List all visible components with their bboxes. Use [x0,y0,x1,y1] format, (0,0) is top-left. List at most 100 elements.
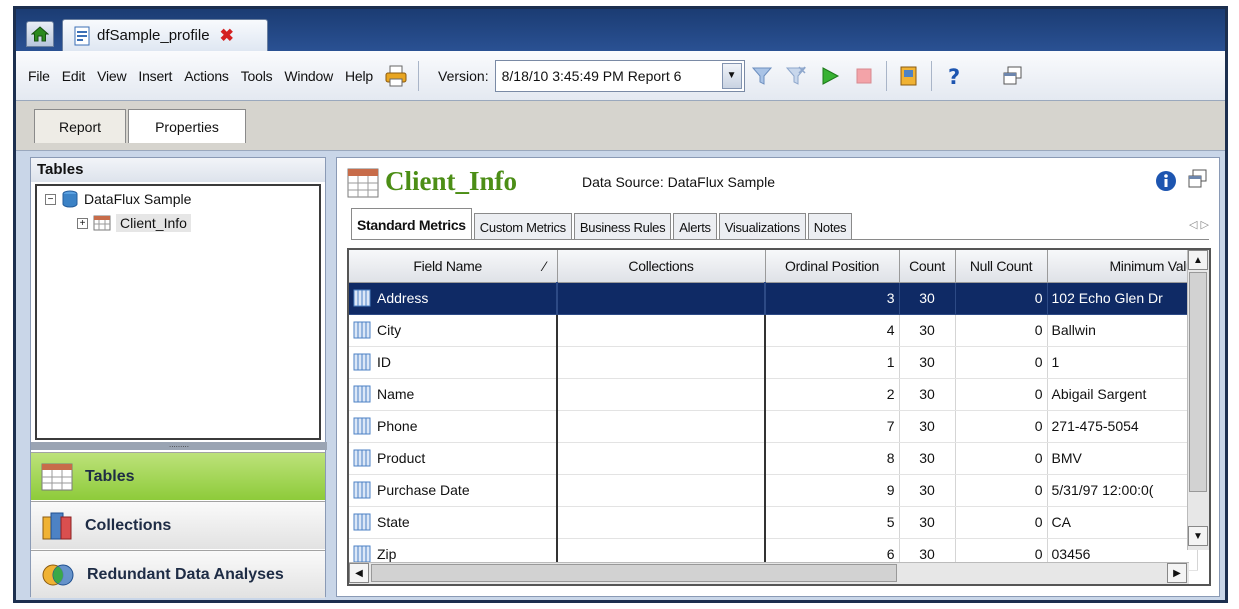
run-button[interactable] [816,62,844,90]
column-header-count[interactable]: Count [899,250,956,283]
cell-ordinal-position[interactable]: 8 [765,442,900,475]
column-header-field-name[interactable]: Field Name ⁄ [349,250,558,283]
cell-minimum-value[interactable]: 102 Echo Glen Dr [1047,282,1198,315]
horizontal-scrollbar[interactable]: ◀ ▶ [349,562,1189,584]
column-header-collections[interactable]: Collections [557,250,766,283]
filter-button[interactable] [748,62,776,90]
cell-null-count[interactable]: 0 [955,346,1048,379]
cell-minimum-value[interactable]: 1 [1047,346,1198,379]
cell-ordinal-position[interactable]: 7 [765,410,900,443]
cell-count[interactable]: 30 [899,314,956,347]
cell-ordinal-position[interactable]: 1 [765,346,900,379]
cell-count[interactable]: 30 [899,474,956,507]
cell-count[interactable]: 30 [899,378,956,411]
table-row[interactable]: Name 2 30 0 Abigail Sargent [349,378,1198,411]
column-header-ordinal-position[interactable]: Ordinal Position [765,250,900,283]
tab-alerts[interactable]: Alerts [673,213,717,240]
clear-filter-button[interactable] [782,62,810,90]
tab-properties[interactable]: Properties [128,109,246,143]
table-row[interactable]: Address 3 30 0 102 Echo Glen Dr [349,282,1198,315]
cell-collections[interactable] [557,442,766,475]
table-row[interactable]: Phone 7 30 0 271-475-5054 [349,410,1198,443]
info-icon[interactable] [1155,170,1177,192]
cell-ordinal-position[interactable]: 2 [765,378,900,411]
cell-collections[interactable] [557,506,766,539]
table-row[interactable]: Purchase Date 9 30 0 5/31/97 12:00:0( [349,474,1198,507]
close-tab-icon[interactable]: ✖ [220,26,234,46]
menu-view[interactable]: View [91,68,132,84]
cell-minimum-value[interactable]: 271-475-5054 [1047,410,1198,443]
cell-count[interactable]: 30 [899,346,956,379]
cell-count[interactable]: 30 [899,442,956,475]
cell-count[interactable]: 30 [899,410,956,443]
help-button[interactable]: ? [940,62,968,90]
tree-item-dataflux-sample[interactable]: − DataFlux Sample [45,190,191,208]
cell-field-name[interactable]: Product [349,442,558,475]
tab-visualizations[interactable]: Visualizations [718,213,806,240]
chevron-down-icon[interactable]: ▼ [721,62,742,89]
tab-custom-metrics[interactable]: Custom Metrics [473,213,572,240]
menu-tools[interactable]: Tools [235,68,279,84]
cell-ordinal-position[interactable]: 3 [765,282,900,315]
expand-icon[interactable]: + [77,217,88,229]
nav-redundant-data-button[interactable]: Redundant Data Analyses [31,550,325,598]
cell-null-count[interactable]: 0 [955,282,1048,315]
scroll-left-arrow-icon[interactable]: ◀ [349,563,369,583]
table-row[interactable]: City 4 30 0 Ballwin [349,314,1198,347]
cell-collections[interactable] [557,282,766,315]
scroll-down-arrow-icon[interactable]: ▼ [1188,526,1208,546]
menu-actions[interactable]: Actions [178,68,235,84]
menu-help[interactable]: Help [339,68,379,84]
cell-null-count[interactable]: 0 [955,314,1048,347]
print-button[interactable] [382,62,410,90]
tree-item-client-info[interactable]: + Client_Info [77,214,191,232]
tab-business-rules[interactable]: Business Rules [573,213,672,240]
cell-null-count[interactable]: 0 [955,442,1048,475]
cell-collections[interactable] [557,474,766,507]
document-tab[interactable]: dfSample_profile ✖ [62,19,268,51]
column-header-minimum-value[interactable]: Minimum Valu [1047,250,1198,283]
table-row[interactable]: ID 1 30 0 1 [349,346,1198,379]
cell-count[interactable]: 30 [899,506,956,539]
cell-ordinal-position[interactable]: 4 [765,314,900,347]
cell-minimum-value[interactable]: Abigail Sargent [1047,378,1198,411]
cell-field-name[interactable]: Phone [349,410,558,443]
cell-count[interactable]: 30 [899,282,956,315]
table-row[interactable]: State 5 30 0 CA [349,506,1198,539]
cell-minimum-value[interactable]: 5/31/97 12:00:0( [1047,474,1198,507]
menu-edit[interactable]: Edit [56,68,91,84]
scroll-up-arrow-icon[interactable]: ▲ [1188,250,1208,270]
cell-field-name[interactable]: Address [349,282,558,315]
scrollbar-thumb[interactable] [371,564,897,582]
cell-collections[interactable] [557,346,766,379]
undock-window-icon[interactable] [1187,168,1209,190]
home-button[interactable] [26,21,54,47]
tab-report[interactable]: Report [34,109,126,143]
tab-standard-metrics[interactable]: Standard Metrics [351,208,472,240]
panel-splitter[interactable]: ......... [31,441,327,450]
cell-collections[interactable] [557,378,766,411]
vertical-scrollbar[interactable]: ▲ ▼ [1187,250,1209,550]
cell-null-count[interactable]: 0 [955,474,1048,507]
cell-null-count[interactable]: 0 [955,506,1048,539]
table-row[interactable]: Product 8 30 0 BMV [349,442,1198,475]
cell-field-name[interactable]: Name [349,378,558,411]
notes-button[interactable] [895,62,923,90]
collapse-icon[interactable]: − [45,193,56,205]
cell-field-name[interactable]: City [349,314,558,347]
stop-button[interactable] [850,62,878,90]
scrollbar-thumb[interactable] [1189,272,1207,492]
version-select[interactable]: 8/18/10 3:45:49 PM Report 6 ▼ [494,59,745,92]
menu-window[interactable]: Window [278,68,339,84]
cell-ordinal-position[interactable]: 9 [765,474,900,507]
nav-collections-button[interactable]: Collections [31,501,325,549]
tab-notes[interactable]: Notes [807,213,853,240]
cell-field-name[interactable]: Purchase Date [349,474,558,507]
menu-insert[interactable]: Insert [132,68,178,84]
cell-field-name[interactable]: State [349,506,558,539]
cell-minimum-value[interactable]: CA [1047,506,1198,539]
undock-button[interactable] [999,62,1027,90]
tab-scroll-arrows[interactable]: ◁ ▷ [1189,218,1209,231]
cell-collections[interactable] [557,410,766,443]
menu-file[interactable]: File [22,68,56,84]
